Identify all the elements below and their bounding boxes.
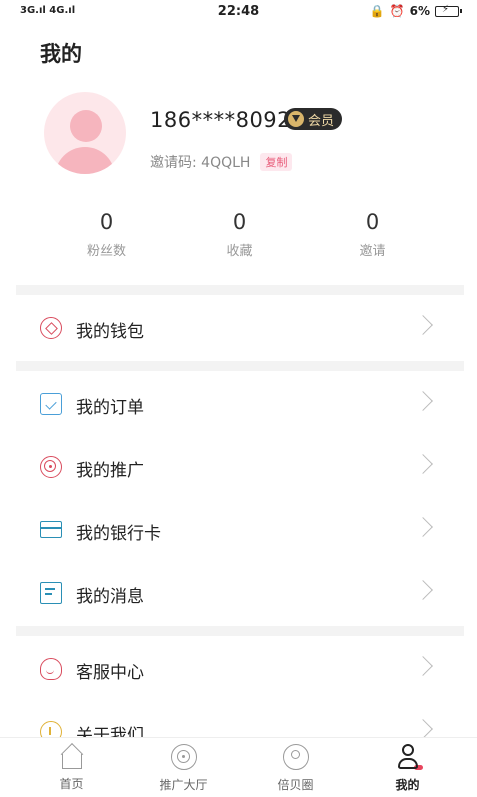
stat-favorites[interactable]: 0 收藏 — [173, 210, 306, 259]
menu-item-label: 我的消息 — [76, 587, 144, 607]
menu-item-label: 我的订单 — [76, 398, 144, 418]
tab-circle[interactable]: 倍贝圈 — [236, 744, 355, 793]
alarm-icon: ⏰ — [389, 4, 405, 18]
user-icon — [395, 744, 423, 770]
stat-value: 0 — [99, 210, 114, 234]
avatar-body — [55, 147, 115, 174]
tab-home[interactable]: 首页 — [12, 744, 131, 792]
wallet-icon — [40, 317, 62, 339]
tab-mine[interactable]: 我的 — [348, 744, 467, 793]
avatar[interactable] — [44, 92, 126, 174]
stat-label: 邀请 — [359, 244, 386, 259]
tab-label: 我的 — [395, 778, 420, 792]
battery-percent: 6% — [409, 4, 430, 18]
menu-item-wallet[interactable]: 我的钱包 — [16, 297, 464, 359]
menu-item-promotion[interactable]: 我的推广 — [16, 436, 464, 498]
copy-button[interactable]: 复制 — [260, 153, 293, 171]
chevron-right-icon — [413, 391, 433, 411]
tab-label: 推广大厅 — [159, 778, 208, 792]
lock-icon: 🔒 — [369, 4, 385, 18]
stat-fans[interactable]: 0 粉丝数 — [40, 210, 173, 259]
invite-code-row: 邀请码: 4QQLH 复制 — [150, 152, 293, 172]
section-divider — [16, 626, 464, 636]
battery-icon: ⚡ — [435, 4, 462, 17]
user-phone: 186****8092 — [150, 108, 292, 132]
promotion-hall-icon — [170, 744, 197, 770]
menu-item-label: 我的钱包 — [76, 322, 144, 342]
status-bar: 3G.ıl 4G.ıl 22:48 🔒 ⏰ 6% ⚡ — [0, 0, 477, 24]
tab-label: 首页 — [59, 777, 84, 791]
chevron-right-icon — [413, 719, 433, 737]
page-title: 我的 — [40, 42, 82, 66]
menu-item-customer-service[interactable]: 客服中心 — [16, 638, 464, 700]
vip-label: 会员 — [308, 113, 335, 129]
stat-label: 收藏 — [226, 244, 253, 259]
tab-promotion-hall[interactable]: 推广大厅 — [124, 744, 243, 793]
home-icon — [61, 754, 82, 769]
menu-item-bank-card[interactable]: 我的银行卡 — [16, 499, 464, 561]
message-icon — [40, 582, 62, 604]
avatar-head — [70, 110, 102, 142]
about-icon — [40, 721, 62, 737]
order-icon — [40, 393, 62, 415]
bottom-tab-bar: 首页 推广大厅 倍贝圈 我的 — [0, 737, 477, 797]
chevron-right-icon — [413, 580, 433, 600]
menu-item-label: 我的推广 — [76, 461, 144, 481]
promotion-icon — [40, 456, 62, 478]
menu-item-label: 我的银行卡 — [76, 524, 161, 544]
section-divider — [16, 285, 464, 295]
section-divider — [16, 361, 464, 371]
stat-value: 0 — [232, 210, 247, 234]
chevron-right-icon — [413, 517, 433, 537]
stat-value: 0 — [365, 210, 380, 234]
menu-item-label: 关于我们 — [76, 726, 144, 737]
circle-icon — [282, 744, 309, 770]
menu-item-about[interactable]: 关于我们 — [16, 701, 464, 737]
status-right: 🔒 ⏰ 6% ⚡ — [369, 4, 462, 18]
stats-row: 0 粉丝数 0 收藏 0 邀请 — [40, 210, 440, 270]
vip-badge: 会员 — [284, 108, 343, 130]
menu-item-messages[interactable]: 我的消息 — [16, 562, 464, 624]
vip-icon — [288, 111, 304, 127]
menu-item-label: 客服中心 — [76, 663, 144, 683]
menu-item-orders[interactable]: 我的订单 — [16, 373, 464, 435]
stat-label: 粉丝数 — [86, 244, 126, 259]
chevron-right-icon — [413, 315, 433, 335]
chevron-right-icon — [413, 656, 433, 676]
stat-invites[interactable]: 0 邀请 — [306, 210, 439, 259]
customer-service-icon — [40, 658, 62, 680]
invite-code: 邀请码: 4QQLH — [150, 155, 251, 171]
bank-card-icon — [40, 521, 62, 538]
chevron-right-icon — [413, 454, 433, 474]
tab-label: 倍贝圈 — [277, 778, 314, 792]
